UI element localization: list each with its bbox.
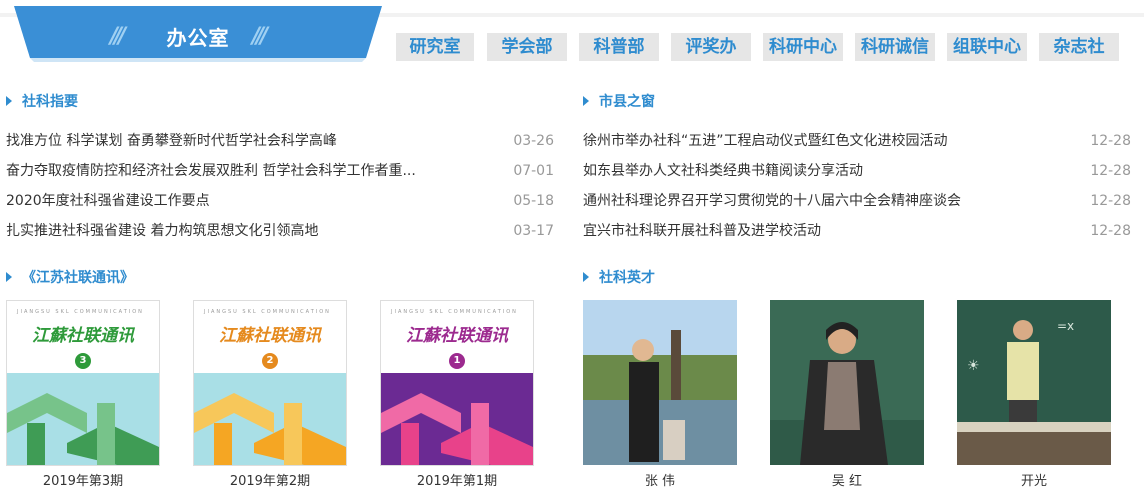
news-date: 05-18	[513, 193, 554, 209]
triangle-bullet-icon	[6, 272, 12, 282]
list-item[interactable]: 奋力夺取疫情防控和经济社会发展双胜利 哲学社会科学工作者重... 07-01	[6, 156, 554, 186]
svg-text:☀: ☀	[967, 358, 980, 374]
issue-number-badge: 1	[449, 353, 465, 369]
list-item[interactable]: 徐州市举办社科“五进”工程启动仪式暨红色文化进校园活动 12-28	[583, 126, 1131, 156]
cover-title: 江蘇社联通讯	[406, 326, 508, 346]
triangle-bullet-icon	[583, 272, 589, 282]
nav-liaison-center[interactable]: 组联中心	[947, 33, 1027, 61]
magazine-cover-issue-1[interactable]: JIANGSU SKL COMMUNICATION 江蘇社联通讯 1	[380, 300, 534, 466]
office-tab[interactable]: /// 办公室 ///	[14, 6, 382, 64]
news-title[interactable]: 宜兴市社科联开展社科普及进学校活动	[583, 216, 821, 246]
news-date: 12-28	[1090, 193, 1131, 209]
cover-subtitle: JIANGSU SKL COMMUNICATION	[391, 309, 518, 315]
nav-research-integrity[interactable]: 科研诚信	[855, 33, 935, 61]
talent-name[interactable]: 张 伟	[583, 470, 737, 489]
magazine-caption[interactable]: 2019年第1期	[380, 470, 534, 489]
list-item[interactable]: 如东县举办人文社科类经典书籍阅读分享活动 12-28	[583, 156, 1131, 186]
section-magazine-title: 《江苏社联通讯》	[22, 270, 134, 286]
talent-name[interactable]: 吴 红	[770, 470, 924, 489]
section-guide-title: 社科指要	[22, 94, 78, 110]
county-news-list: 徐州市举办社科“五进”工程启动仪式暨红色文化进校园活动 12-28 如东县举办人文…	[583, 126, 1131, 246]
section-talent-header[interactable]: 社科英才	[583, 268, 655, 288]
office-title: 办公室	[166, 26, 230, 50]
news-title[interactable]: 找准方位 科学谋划 奋勇攀登新时代哲学社会科学高峰	[6, 126, 337, 156]
list-item[interactable]: 2020年度社科强省建设工作要点 05-18	[6, 186, 554, 216]
cover-graphic	[381, 373, 533, 465]
news-date: 03-26	[513, 133, 554, 149]
talent-photo-3[interactable]: =x ☀	[957, 300, 1111, 465]
list-item[interactable]: 通州社科理论界召开学习贯彻党的十八届六中全会精神座谈会 12-28	[583, 186, 1131, 216]
news-date: 12-28	[1090, 133, 1131, 149]
svg-text:=x: =x	[1057, 319, 1074, 333]
nav-research-center[interactable]: 科研中心	[763, 33, 843, 61]
portrait-image: =x ☀	[957, 300, 1111, 465]
magazine-caption[interactable]: 2019年第3期	[6, 470, 160, 489]
news-title[interactable]: 扎实推进社科强省建设 着力构筑思想文化引领高地	[6, 216, 318, 246]
nav-society-dept[interactable]: 学会部	[487, 33, 567, 61]
nav-research-office[interactable]: 研究室	[396, 33, 474, 61]
news-title[interactable]: 徐州市举办社科“五进”工程启动仪式暨红色文化进校园活动	[583, 126, 948, 156]
top-navigation-bar: /// 办公室 /// 研究室 学会部 科普部 评奖办 科研中心 科研诚信 组联…	[0, 0, 1144, 90]
list-item[interactable]: 宜兴市社科联开展社科普及进学校活动 12-28	[583, 216, 1131, 246]
news-date: 12-28	[1090, 223, 1131, 239]
list-item[interactable]: 扎实推进社科强省建设 着力构筑思想文化引领高地 03-17	[6, 216, 554, 246]
decor-slashes-right: ///	[252, 24, 268, 49]
section-county-title: 市县之窗	[599, 94, 655, 110]
magazine-cover-issue-2[interactable]: JIANGSU SKL COMMUNICATION 江蘇社联通讯 2	[193, 300, 347, 466]
nav-popular-science-dept[interactable]: 科普部	[579, 33, 659, 61]
magazine-caption[interactable]: 2019年第2期	[193, 470, 347, 489]
section-talent-title: 社科英才	[599, 270, 655, 286]
news-date: 12-28	[1090, 163, 1131, 179]
triangle-bullet-icon	[6, 96, 12, 106]
triangle-bullet-icon	[583, 96, 589, 106]
section-magazine-header[interactable]: 《江苏社联通讯》	[6, 268, 134, 288]
portrait-image	[770, 300, 924, 465]
cover-graphic	[7, 373, 159, 465]
cover-title: 江蘇社联通讯	[219, 326, 321, 346]
list-item[interactable]: 找准方位 科学谋划 奋勇攀登新时代哲学社会科学高峰 03-26	[6, 126, 554, 156]
section-guide-header[interactable]: 社科指要	[6, 92, 78, 112]
nav-magazine-office[interactable]: 杂志社	[1039, 33, 1119, 61]
cover-title: 江蘇社联通讯	[32, 326, 134, 346]
news-title[interactable]: 奋力夺取疫情防控和经济社会发展双胜利 哲学社会科学工作者重...	[6, 156, 416, 186]
section-county-header[interactable]: 市县之窗	[583, 92, 655, 112]
talent-name[interactable]: 开光	[957, 470, 1111, 489]
talent-photo-2[interactable]	[770, 300, 924, 465]
guide-news-list: 找准方位 科学谋划 奋勇攀登新时代哲学社会科学高峰 03-26 奋力夺取疫情防控和…	[6, 126, 554, 246]
portrait-image	[583, 300, 737, 465]
cover-subtitle: JIANGSU SKL COMMUNICATION	[204, 309, 331, 315]
news-title[interactable]: 通州社科理论界召开学习贯彻党的十八届六中全会精神座谈会	[583, 186, 961, 216]
nav-awards-office[interactable]: 评奖办	[671, 33, 751, 61]
magazine-cover-issue-3[interactable]: JIANGSU SKL COMMUNICATION 江蘇社联通讯 3	[6, 300, 160, 466]
cover-subtitle: JIANGSU SKL COMMUNICATION	[17, 309, 144, 315]
issue-number-badge: 3	[75, 353, 91, 369]
news-title[interactable]: 如东县举办人文社科类经典书籍阅读分享活动	[583, 156, 863, 186]
news-date: 03-17	[513, 223, 554, 239]
news-date: 07-01	[513, 163, 554, 179]
talent-photo-1[interactable]	[583, 300, 737, 465]
issue-number-badge: 2	[262, 353, 278, 369]
news-title[interactable]: 2020年度社科强省建设工作要点	[6, 186, 210, 216]
cover-graphic	[194, 373, 346, 465]
